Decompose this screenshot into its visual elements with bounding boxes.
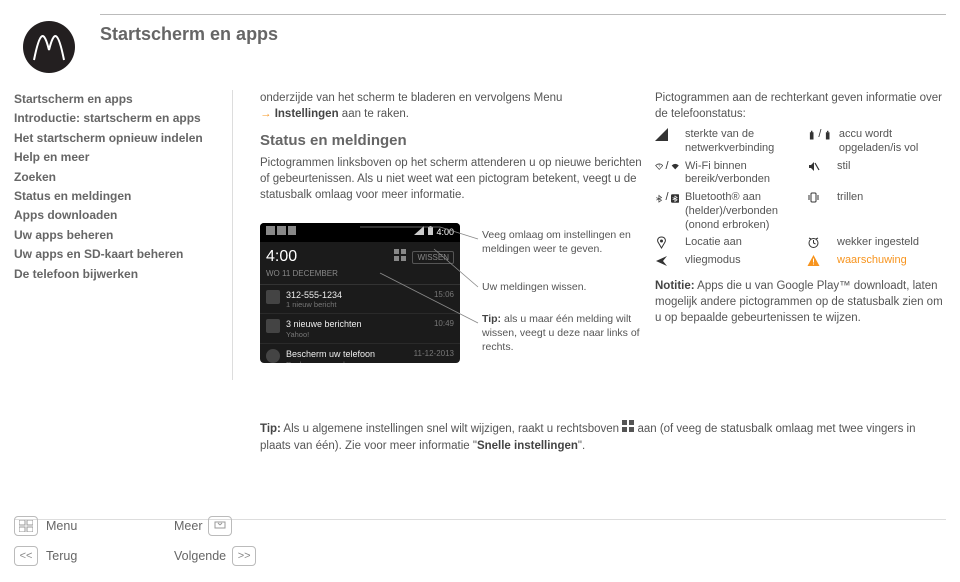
notification-item[interactable]: Bescherm uw telefoonRaak aan om verloren… [260, 344, 460, 363]
battery-icon: / [807, 128, 833, 142]
next-button[interactable]: >> [232, 546, 256, 566]
callout-text: Veeg omlaag om instellingen en meldingen… [482, 229, 647, 256]
arrow-icon: → [260, 108, 272, 120]
warning-icon [807, 254, 831, 267]
sidebar: Startscherm en apps Introductie: startsc… [14, 90, 224, 284]
status-icon-table: sterkte van de netwerkverbinding /accu w… [655, 128, 945, 268]
sidebar-item[interactable]: Help en meer [14, 148, 224, 167]
silent-icon [807, 160, 831, 173]
status-time: 4:00 [436, 227, 454, 237]
body-text: Pictogrammen linksboven op het scherm at… [260, 155, 645, 203]
menu-label: Menu [46, 519, 136, 533]
body-text: Pictogrammen aan de rechterkant geven in… [655, 90, 945, 122]
settings-tile-icon [394, 249, 406, 265]
more-button[interactable] [208, 516, 232, 536]
sms-icon [266, 290, 280, 304]
menu-button[interactable] [14, 516, 38, 536]
moto-icon [266, 349, 280, 363]
battery-icon [427, 227, 434, 237]
sidebar-item[interactable]: Het startscherm opnieuw indelen [14, 129, 224, 148]
divider [232, 90, 233, 380]
vibrate-icon [807, 191, 831, 204]
more-label[interactable]: Meer [174, 516, 264, 536]
sidebar-item[interactable]: Startscherm en apps [14, 90, 224, 109]
sidebar-item[interactable]: De telefoon bijwerken [14, 265, 224, 284]
sidebar-item[interactable]: Uw apps en SD-kaart beheren [14, 245, 224, 264]
next-label[interactable]: Volgende>> [174, 546, 264, 566]
callout-text: Tip: als u maar één melding wilt wissen,… [482, 313, 647, 354]
page-title: Startscherm en apps [100, 24, 278, 45]
panel-time: 4:00 [266, 246, 297, 268]
bluetooth-icon: / [655, 191, 679, 205]
body-text: onderzijde van het scherm te bladeren en… [260, 90, 645, 122]
signal-icon [414, 227, 424, 237]
location-icon [655, 236, 679, 249]
mail-icon [266, 319, 280, 333]
sidebar-item[interactable]: Zoeken [14, 168, 224, 187]
alarm-icon [807, 236, 831, 249]
sidebar-item[interactable]: Introductie: startscherm en apps [14, 109, 224, 128]
notification-item[interactable]: 3 nieuwe berichtenYahoo! 10:49 [260, 314, 460, 344]
callout-text: Uw meldingen wissen. [482, 281, 647, 295]
svg-text:?: ? [658, 163, 661, 168]
signal-icon [655, 128, 679, 141]
phone-mock: 4:00 4:00 WISSEN WO 11 DECEMBER 312-555-… [260, 223, 460, 363]
back-button[interactable]: << [14, 546, 38, 566]
sidebar-item[interactable]: Apps downloaden [14, 206, 224, 225]
section-heading: Status en meldingen [260, 130, 645, 151]
wifi-icon: ?/ [655, 160, 679, 174]
brand-logo [22, 20, 76, 74]
tip-text: Tip: Als u algemene instellingen snel wi… [260, 420, 945, 454]
notification-item[interactable]: 312-555-12341 nieuw bericht 15:06 [260, 285, 460, 315]
quick-settings-icon [622, 420, 634, 438]
footer-nav: Menu Meer << Terug Volgende>> [14, 514, 264, 568]
status-icons [266, 226, 296, 239]
airplane-icon [655, 254, 679, 267]
sidebar-item[interactable]: Uw apps beheren [14, 226, 224, 245]
sidebar-item[interactable]: Status en meldingen [14, 187, 224, 206]
back-label: Terug [46, 549, 136, 563]
panel-date: WO 11 DECEMBER [266, 268, 454, 279]
note-text: Notitie: Apps die u van Google Play™ dow… [655, 278, 945, 326]
clear-button[interactable]: WISSEN [412, 251, 454, 264]
